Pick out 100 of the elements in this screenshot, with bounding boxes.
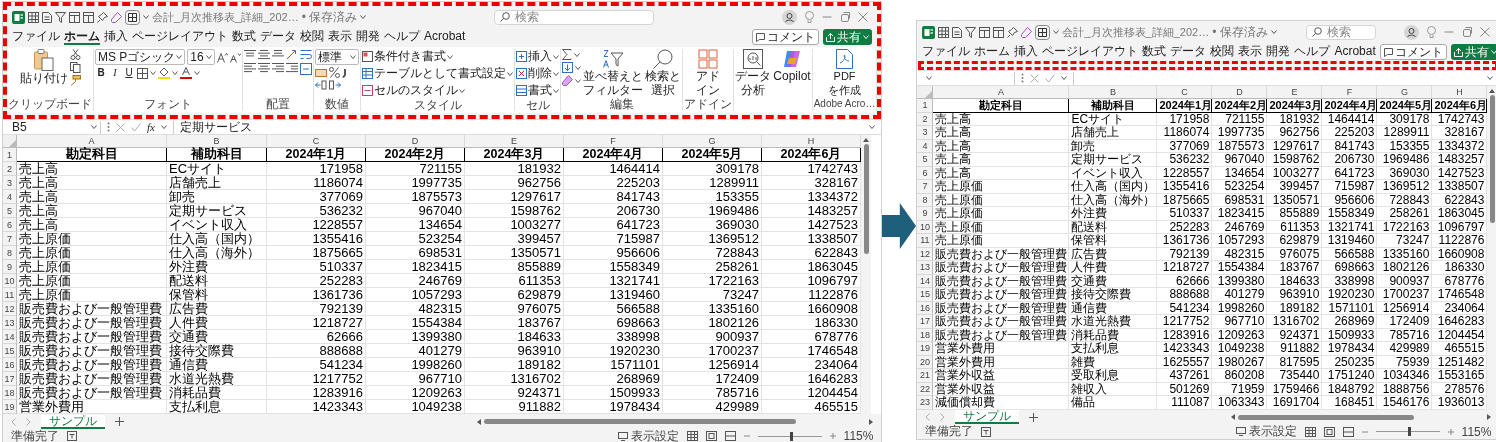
- row-heading[interactable]: 16: [3, 358, 17, 372]
- align-left-icon[interactable]: [244, 62, 257, 73]
- format-button[interactable]: 書式: [516, 83, 560, 98]
- row-heading[interactable]: 8: [3, 246, 17, 260]
- conditional-format-icon[interactable]: [362, 51, 374, 62]
- caret-icon[interactable]: [143, 15, 149, 19]
- slider-thumb[interactable]: [790, 431, 793, 441]
- comment-icon[interactable]: [1383, 47, 1393, 57]
- indent-icon[interactable]: [286, 62, 299, 73]
- view-settings-button[interactable]: 表示設定: [1235, 423, 1297, 440]
- menu-tab[interactable]: 表示: [328, 29, 352, 45]
- format-as-table-button[interactable]: テーブルとして書式設定: [362, 66, 514, 81]
- font-size-field[interactable]: 16: [187, 49, 216, 65]
- shrink-font-icon[interactable]: [230, 51, 242, 63]
- italic-button[interactable]: I: [109, 67, 121, 79]
- right-arrow-icon[interactable]: [1487, 414, 1492, 420]
- menu-tab[interactable]: ページレイアウト: [132, 29, 228, 45]
- menu-tab[interactable]: ホーム: [974, 44, 1011, 60]
- column-heading[interactable]: F: [1322, 86, 1378, 99]
- menu-tab[interactable]: ファイル: [12, 29, 60, 45]
- close-icon[interactable]: [1480, 27, 1491, 37]
- menu-tab[interactable]: 表示: [1238, 44, 1263, 60]
- row-heading[interactable]: 9: [3, 260, 17, 274]
- font-name-field[interactable]: MS Pゴシック: [95, 49, 186, 65]
- comment-button[interactable]: コメント: [1379, 44, 1447, 60]
- grid-icon[interactable]: [938, 26, 950, 38]
- paintbrush-icon[interactable]: [69, 75, 81, 86]
- row-heading[interactable]: 17: [3, 372, 17, 386]
- row-heading[interactable]: 18: [3, 386, 17, 400]
- delete-cells-icon[interactable]: [516, 68, 528, 79]
- fill-color-icon[interactable]: [158, 67, 170, 79]
- pin-icon[interactable]: [97, 11, 108, 23]
- format-table-icon[interactable]: [362, 68, 374, 79]
- row-heading[interactable]: 13: [917, 261, 934, 275]
- row-heading[interactable]: 3: [917, 126, 934, 140]
- vertical-scrollbar[interactable]: [1487, 86, 1496, 410]
- column-heading[interactable]: F: [564, 135, 663, 148]
- column-heading[interactable]: A: [17, 135, 167, 148]
- save-status[interactable]: • 保存済み: [1212, 23, 1277, 41]
- copilot-icon[interactable]: [782, 49, 802, 69]
- check-icon[interactable]: [131, 122, 141, 132]
- column-heading[interactable]: G: [1377, 86, 1433, 99]
- align-center-icon[interactable]: [258, 62, 271, 73]
- more-icon[interactable]: [107, 122, 110, 132]
- underline-button[interactable]: U: [123, 67, 135, 79]
- borders-icon[interactable]: [137, 67, 148, 79]
- avatar-icon[interactable]: [782, 9, 798, 25]
- grid-icon[interactable]: [125, 9, 140, 25]
- table-icon[interactable]: [993, 26, 1005, 38]
- column-heading[interactable]: C: [267, 135, 366, 148]
- create-pdf-button[interactable]: PDF を作成: [828, 49, 862, 97]
- number-format-field[interactable]: 標準: [315, 49, 360, 65]
- insert-cells-icon[interactable]: [516, 51, 528, 62]
- caret-icon[interactable]: [150, 71, 156, 75]
- row-heading[interactable]: 11: [917, 234, 934, 248]
- pin-icon[interactable]: [1007, 26, 1019, 38]
- menu-tab[interactable]: 数式: [232, 29, 256, 45]
- row-heading[interactable]: 15: [917, 288, 934, 302]
- row-heading[interactable]: 11: [3, 288, 17, 302]
- copy-icon[interactable]: [69, 62, 81, 73]
- row-heading[interactable]: 5: [3, 204, 17, 218]
- cell-style-icon[interactable]: [362, 85, 374, 96]
- share-button[interactable]: 共有: [823, 29, 873, 45]
- pdf-document-icon[interactable]: [835, 49, 854, 69]
- grid-icon[interactable]: [1035, 24, 1051, 40]
- document-icon[interactable]: [42, 11, 52, 23]
- eraser-icon[interactable]: [111, 11, 122, 23]
- conditional-formatting-button[interactable]: 条件付き書式: [362, 49, 454, 64]
- row-heading[interactable]: 7: [3, 232, 17, 246]
- left-arrow-icon[interactable]: [476, 418, 481, 425]
- slider-thumb[interactable]: [1408, 427, 1411, 436]
- row-heading[interactable]: 15: [3, 344, 17, 358]
- row-heading[interactable]: 5: [917, 153, 934, 167]
- column-heading[interactable]: B: [1069, 86, 1158, 99]
- increase-decimal-icon[interactable]: [315, 80, 328, 90]
- funnel-icon[interactable]: [55, 11, 66, 23]
- menu-tab[interactable]: 開発: [1266, 44, 1291, 60]
- menu-tab[interactable]: Acrobat: [424, 29, 466, 45]
- sheet-tab[interactable]: サンプル: [41, 414, 105, 429]
- align-right-icon[interactable]: [272, 62, 285, 73]
- row-heading[interactable]: 2: [3, 162, 17, 176]
- caret-icon[interactable]: [574, 52, 581, 57]
- caret-icon[interactable]: [91, 125, 97, 129]
- menu-tab[interactable]: ページレイアウト: [1042, 44, 1139, 60]
- spreadsheet-logo-icon[interactable]: [12, 10, 25, 24]
- cell-styles-button[interactable]: セルのスタイル: [362, 83, 466, 98]
- eraser-icon[interactable]: [1021, 26, 1033, 38]
- search-icon[interactable]: [1311, 27, 1322, 37]
- menu-tab[interactable]: データ: [260, 29, 296, 45]
- column-heading[interactable]: A: [933, 86, 1070, 99]
- share-button[interactable]: 共有: [1450, 44, 1496, 60]
- format-cells-icon[interactable]: [516, 85, 528, 96]
- add-sheet-icon[interactable]: [1029, 412, 1039, 422]
- magnifier-icon[interactable]: [653, 49, 674, 69]
- merge-cells-icon[interactable]: [300, 63, 313, 75]
- zoom-level[interactable]: 115%: [1461, 424, 1492, 439]
- check-icon[interactable]: [1045, 73, 1056, 83]
- data-analysis-icon[interactable]: [743, 49, 764, 69]
- table-icon[interactable]: [83, 11, 94, 23]
- column-heading[interactable]: E: [465, 135, 564, 148]
